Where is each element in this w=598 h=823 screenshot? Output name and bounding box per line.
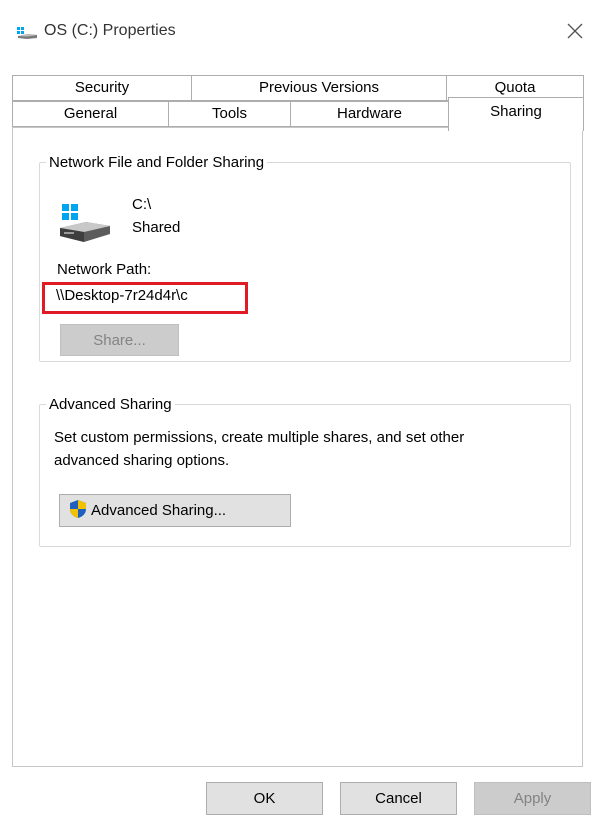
cancel-button[interactable]: Cancel xyxy=(340,782,457,815)
advanced-sharing-description-line1: Set custom permissions, create multiple … xyxy=(54,429,465,446)
close-icon[interactable] xyxy=(562,18,588,44)
drive-icon xyxy=(60,204,110,242)
advanced-sharing-button[interactable]: Advanced Sharing... xyxy=(59,494,291,527)
network-path-value[interactable]: \\Desktop-7r24d4r\c xyxy=(56,287,188,304)
network-path-label: Network Path: xyxy=(57,261,152,278)
tab-tools[interactable]: Tools xyxy=(168,101,291,127)
advanced-sharing-button-label: Advanced Sharing... xyxy=(91,502,227,519)
properties-dialog: OS (C:) Properties Security Previous Ver… xyxy=(0,0,598,823)
advanced-sharing-description-line2: advanced sharing options. xyxy=(54,452,230,469)
tab-previous-versions[interactable]: Previous Versions xyxy=(191,75,447,101)
tab-sharing[interactable]: Sharing xyxy=(448,97,584,131)
ok-button[interactable]: OK xyxy=(206,782,323,815)
uac-shield-icon xyxy=(70,500,86,518)
drive-icon xyxy=(17,27,37,39)
tab-hardware[interactable]: Hardware xyxy=(290,101,449,127)
apply-button[interactable]: Apply xyxy=(474,782,591,815)
share-button[interactable]: Share... xyxy=(60,324,179,356)
title-bar: OS (C:) Properties xyxy=(0,0,598,62)
drive-status: Shared xyxy=(132,219,181,236)
advanced-sharing-group-title: Advanced Sharing xyxy=(49,396,172,413)
drive-path: C:\ xyxy=(132,196,152,213)
tab-general[interactable]: General xyxy=(12,101,169,127)
tab-security[interactable]: Security xyxy=(12,75,192,101)
sharing-tab-page: Network File and Folder Sharing C:\ Shar… xyxy=(12,127,583,767)
network-sharing-group-title: Network File and Folder Sharing xyxy=(49,154,265,171)
window-title: OS (C:) Properties xyxy=(44,22,176,39)
